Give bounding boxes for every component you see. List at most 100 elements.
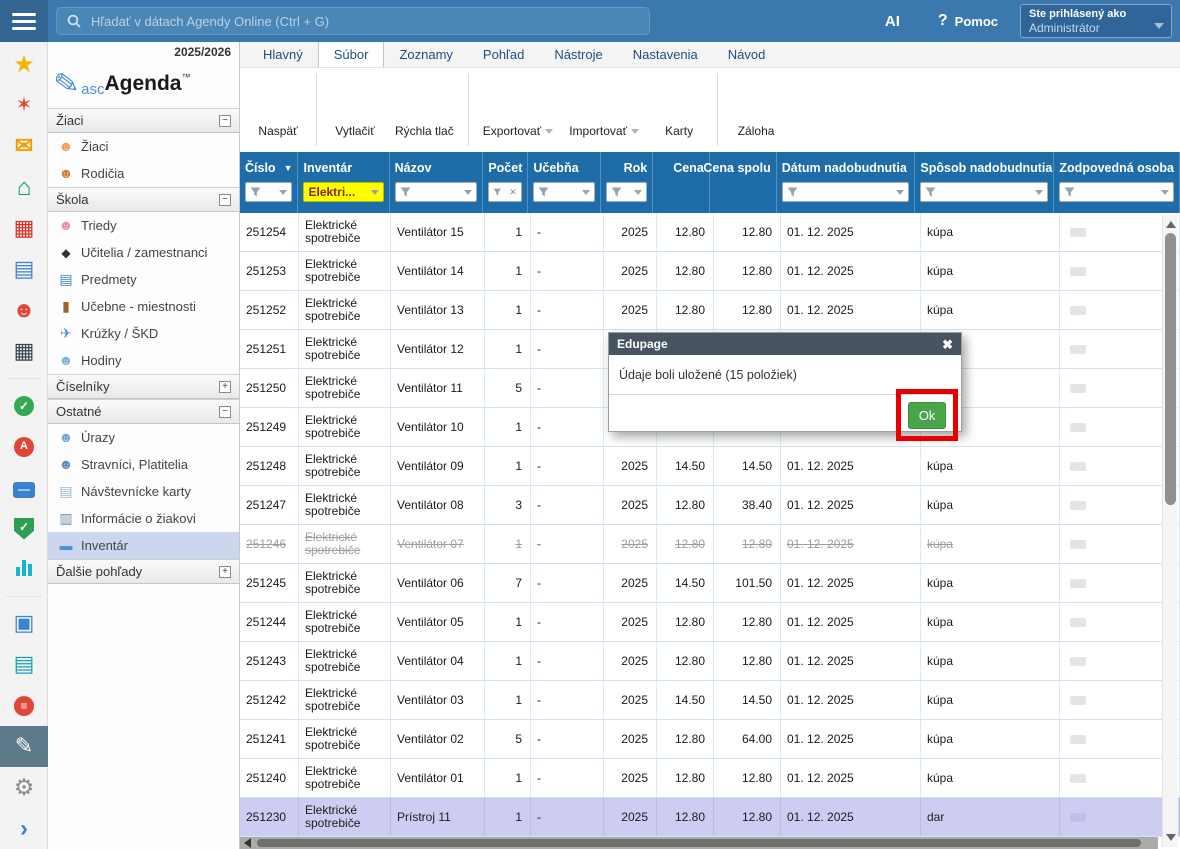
rail-item[interactable]	[0, 467, 48, 508]
table-header-cell[interactable]: Cena spolu	[710, 152, 777, 213]
toolbar-button[interactable]: Vytlačiť	[323, 73, 387, 147]
column-filter[interactable]	[1059, 182, 1174, 202]
filter-clear-icon[interactable]: ✕	[509, 187, 517, 198]
toolbar-button[interactable]: Karty	[647, 73, 711, 147]
menu-tab[interactable]: Zoznamy	[384, 42, 467, 67]
table-row[interactable]: 251252 Elektrické spotrebiče Ventilátor …	[240, 291, 1180, 330]
rail-item[interactable]: ☻	[0, 290, 48, 331]
table-row[interactable]: 251244 Elektrické spotrebiče Ventilátor …	[240, 603, 1180, 642]
filter-caret-icon[interactable]	[371, 190, 379, 195]
rail-item[interactable]: ✓	[0, 385, 48, 426]
table-header-cell[interactable]: Číslo▼	[240, 152, 298, 213]
scroll-down-icon[interactable]	[1166, 834, 1176, 841]
ai-button[interactable]: AI	[885, 13, 900, 30]
column-filter[interactable]	[245, 182, 292, 202]
rail-item[interactable]: ✉	[0, 126, 48, 167]
column-filter[interactable]: Elektri...	[303, 182, 383, 202]
menu-tab[interactable]: Pohľad	[468, 42, 539, 67]
table-header-cell[interactable]: Názov	[390, 152, 483, 213]
sidebar-item[interactable]: ☻ Úrazy	[48, 424, 239, 451]
table-row[interactable]: 251254 Elektrické spotrebiče Ventilátor …	[240, 213, 1180, 252]
vertical-scrollbar[interactable]	[1162, 215, 1178, 847]
dropdown-caret-icon[interactable]	[631, 129, 639, 134]
filter-caret-icon[interactable]	[279, 190, 287, 195]
dropdown-caret-icon[interactable]	[545, 129, 553, 134]
menu-tab[interactable]: Hlavný	[248, 42, 318, 67]
toolbar-button[interactable]: Exportovať	[475, 73, 562, 147]
column-filter[interactable]	[920, 182, 1048, 202]
horizontal-scrollbar[interactable]	[240, 837, 1158, 849]
table-row[interactable]: 251247 Elektrické spotrebiče Ventilátor …	[240, 486, 1180, 525]
table-row[interactable]: 251245 Elektrické spotrebiče Ventilátor …	[240, 564, 1180, 603]
rail-item[interactable]: A	[0, 426, 48, 467]
table-row[interactable]: 251241 Elektrické spotrebiče Ventilátor …	[240, 720, 1180, 759]
sidebar-item[interactable]: ▬ Inventár	[48, 532, 239, 559]
filter-caret-icon[interactable]	[634, 190, 642, 195]
table-header-cell[interactable]: Spôsob nadobudnutia	[915, 152, 1054, 213]
table-row[interactable]: 251246 Elektrické spotrebiče Ventilátor …	[240, 525, 1180, 564]
sidebar-item[interactable]: ☻ Triedy	[48, 212, 239, 239]
sidebar-item[interactable]: Ostatné −	[48, 399, 239, 424]
filter-caret-icon[interactable]	[582, 190, 590, 195]
table-header-cell[interactable]: Rok	[601, 152, 654, 213]
table-header-cell[interactable]: Cena	[653, 152, 710, 213]
column-filter[interactable]	[782, 182, 910, 202]
help-button[interactable]: ? Pomoc	[938, 12, 998, 30]
menu-tab[interactable]: Súbor	[318, 42, 385, 67]
toolbar-button[interactable]: Rýchla tlač	[387, 73, 462, 147]
menu-tab[interactable]: Nastavenia	[618, 42, 713, 67]
sidebar-item[interactable]: ☻ Rodičia	[48, 160, 239, 187]
sidebar-item[interactable]: ▥ Informácie o žiakovi	[48, 505, 239, 532]
sidebar-item[interactable]: ▮ Učebne - miestnosti	[48, 293, 239, 320]
table-header-cell[interactable]: Učebňa	[528, 152, 600, 213]
ok-button[interactable]: Ok	[908, 402, 946, 429]
toolbar-button[interactable]: Importovať	[561, 73, 647, 147]
rail-item[interactable]: ★	[0, 44, 48, 85]
rail-item[interactable]: ▤	[0, 644, 48, 685]
rail-item[interactable]: ≡	[0, 685, 48, 726]
sidebar-item[interactable]: Škola −	[48, 187, 239, 212]
rail-item[interactable]: ▦	[0, 208, 48, 249]
hamburger-menu-icon[interactable]	[0, 0, 48, 42]
sidebar-item[interactable]: ☻ Stravníci, Platitelia	[48, 451, 239, 478]
horizontal-scroll-thumb[interactable]	[257, 839, 1141, 847]
rail-item[interactable]: ▦	[0, 331, 48, 372]
scroll-up-icon[interactable]	[1166, 221, 1176, 228]
close-icon[interactable]: ✖	[942, 338, 953, 351]
filter-caret-icon[interactable]	[1035, 190, 1043, 195]
rail-item[interactable]: ✶	[0, 85, 48, 126]
vertical-scroll-thumb[interactable]	[1165, 233, 1176, 505]
sidebar-item[interactable]: ◆ Učitelia / zamestnanci	[48, 239, 239, 266]
rail-item[interactable]	[0, 549, 48, 590]
rail-item[interactable]: ›	[0, 808, 48, 849]
filter-caret-icon[interactable]	[464, 190, 472, 195]
column-filter[interactable]	[395, 182, 477, 202]
rail-item[interactable]: ▤	[0, 249, 48, 290]
section-toggle[interactable]: +	[219, 566, 231, 578]
menu-tab[interactable]: Nástroje	[539, 42, 617, 67]
rail-item[interactable]: ⌂	[0, 167, 48, 208]
table-row[interactable]: 251242 Elektrické spotrebiče Ventilátor …	[240, 681, 1180, 720]
table-row[interactable]: 251253 Elektrické spotrebiče Ventilátor …	[240, 252, 1180, 291]
toolbar-button[interactable]: Naspäť	[246, 73, 310, 147]
section-toggle[interactable]: −	[219, 194, 231, 206]
column-filter[interactable]	[606, 182, 648, 202]
column-filter[interactable]	[533, 182, 594, 202]
toolbar-button[interactable]: Záloha	[724, 73, 788, 147]
table-row[interactable]: 251240 Elektrické spotrebiče Ventilátor …	[240, 759, 1180, 798]
filter-caret-icon[interactable]	[896, 190, 904, 195]
table-header-cell[interactable]: Počet ✕	[483, 152, 529, 213]
section-toggle[interactable]: −	[219, 406, 231, 418]
rail-item[interactable]: ⚙	[0, 767, 48, 808]
section-toggle[interactable]: −	[219, 115, 231, 127]
global-search[interactable]	[56, 7, 650, 35]
sidebar-item[interactable]: ☻ Hodiny	[48, 347, 239, 374]
sidebar-item[interactable]: Žiaci −	[48, 108, 239, 133]
logged-in-user-menu[interactable]: Ste prihlásený ako Administrátor	[1020, 4, 1172, 38]
table-header-cell[interactable]: Inventár Elektri...	[298, 152, 389, 213]
column-filter[interactable]: ✕	[488, 182, 522, 202]
table-row[interactable]: 251248 Elektrické spotrebiče Ventilátor …	[240, 447, 1180, 486]
sidebar-item[interactable]: Číselníky +	[48, 374, 239, 399]
menu-tab[interactable]: Návod	[713, 42, 781, 67]
scroll-left-icon[interactable]	[244, 838, 251, 848]
